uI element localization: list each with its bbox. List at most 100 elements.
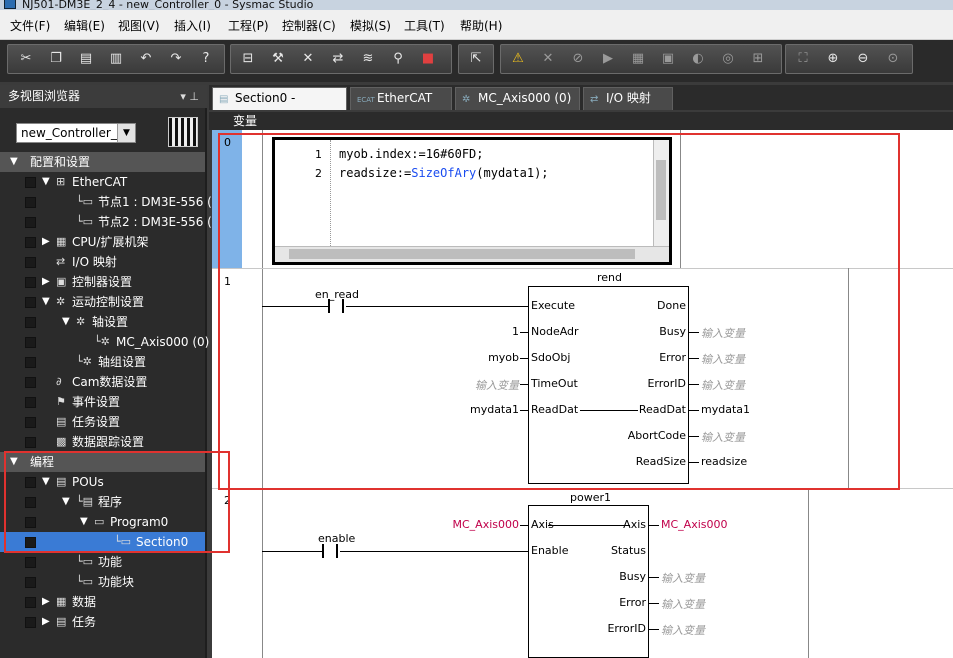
- synchronize-icon[interactable]: ⇄: [329, 50, 347, 68]
- tree-item[interactable]: ▶ ▤ 任务: [0, 612, 205, 632]
- menu-edit[interactable]: 编辑(E): [64, 17, 105, 34]
- menu-help[interactable]: 帮助(H): [460, 17, 502, 34]
- tree-item[interactable]: ▩ 数据跟踪设置: [0, 432, 205, 452]
- stop-icon[interactable]: ■: [419, 50, 437, 68]
- fb-output-variable[interactable]: 输入变量: [661, 622, 705, 638]
- compare-icon[interactable]: ≋: [359, 50, 377, 68]
- chevron-down-icon[interactable]: ▼: [117, 124, 135, 142]
- pin-icon[interactable]: ▾ ⊥: [180, 85, 199, 108]
- tree-item[interactable]: ▼ ✲ 轴设置: [0, 312, 205, 332]
- tree-item-checkbox[interactable]: [25, 337, 36, 348]
- fb-input-variable[interactable]: mydata1: [470, 403, 519, 416]
- fb-output-variable[interactable]: 输入变量: [701, 325, 745, 341]
- tree-item-checkbox[interactable]: [25, 257, 36, 268]
- fb-output-variable[interactable]: readsize: [701, 455, 747, 468]
- tree-item[interactable]: ∂ Cam数据设置: [0, 372, 205, 392]
- contact-en-read[interactable]: [328, 299, 344, 313]
- menu-tools[interactable]: 工具(T): [404, 17, 445, 34]
- menu-view[interactable]: 视图(V): [118, 17, 160, 34]
- tree-item[interactable]: ▤ 任务设置: [0, 412, 205, 432]
- menu-insert[interactable]: 插入(I): [174, 17, 211, 34]
- run-icon[interactable]: ▶: [599, 50, 617, 68]
- tree-item[interactable]: ▼ ⊞ EtherCAT: [0, 172, 205, 192]
- tab-ethercat[interactable]: ECAT EtherCAT: [350, 87, 452, 110]
- chevron-down-icon[interactable]: ▼: [42, 172, 54, 192]
- fit-icon[interactable]: ⛶: [794, 50, 812, 68]
- tree-item[interactable]: ▼ ▤ POUs: [0, 472, 205, 492]
- tree-item-checkbox[interactable]: [25, 237, 36, 248]
- delete-icon[interactable]: ▥: [107, 50, 125, 68]
- tree-item-checkbox[interactable]: [25, 417, 36, 428]
- fb-output-variable[interactable]: 输入变量: [701, 351, 745, 367]
- cut-icon[interactable]: ✂: [17, 50, 35, 68]
- tree-item[interactable]: ▼ ▭ Program0: [0, 512, 205, 532]
- disconnect-icon[interactable]: ✕: [299, 50, 317, 68]
- build-icon[interactable]: ⊟: [239, 50, 257, 68]
- scrollbar-thumb[interactable]: [289, 249, 635, 259]
- fb-output-variable[interactable]: mydata1: [701, 403, 750, 416]
- pause-icon[interactable]: ▦: [629, 50, 647, 68]
- reset-icon[interactable]: ✕: [539, 50, 557, 68]
- tree-item-checkbox[interactable]: [25, 397, 36, 408]
- zoom-in-icon[interactable]: ⊕: [824, 50, 842, 68]
- variables-header[interactable]: 变量: [209, 112, 953, 130]
- chevron-right-icon[interactable]: ▶: [42, 592, 54, 612]
- tree-item-checkbox[interactable]: [25, 577, 36, 588]
- contact-enable[interactable]: [322, 544, 338, 558]
- tree-item-checkbox[interactable]: [25, 317, 36, 328]
- tree-item[interactable]: └▭ 节点1 : DM3E-556 (E: [0, 192, 219, 212]
- chevron-down-icon[interactable]: ▼: [42, 472, 54, 492]
- tree-item[interactable]: ▶ ▦ 数据: [0, 592, 205, 612]
- st-code-line[interactable]: myob.index:=16#60FD;: [339, 147, 484, 161]
- mode-icon[interactable]: ⊘: [569, 50, 587, 68]
- chevron-right-icon[interactable]: ▶: [42, 272, 54, 292]
- online-icon[interactable]: ⚒: [269, 50, 287, 68]
- inline-st-box[interactable]: 1 myob.index:=16#60FD; 2 readsize:=SizeO…: [272, 137, 672, 265]
- tree-item-checkbox[interactable]: [25, 177, 36, 188]
- horizontal-scrollbar[interactable]: [275, 246, 669, 262]
- tree-item-checkbox[interactable]: [25, 217, 36, 228]
- paste-icon[interactable]: ▤: [77, 50, 95, 68]
- tree-item-checkbox[interactable]: [25, 297, 36, 308]
- fb-input-variable[interactable]: 输入变量: [475, 377, 519, 393]
- fb-input-variable[interactable]: MC_Axis000: [453, 518, 520, 531]
- chevron-down-icon[interactable]: ▼: [10, 452, 22, 472]
- chevron-right-icon[interactable]: ▶: [42, 612, 54, 632]
- ladder-editor[interactable]: 0 1 myob.index:=16#60FD; 2 readsize:=Siz…: [212, 130, 953, 658]
- tree-item-checkbox[interactable]: [25, 437, 36, 448]
- st-code-line[interactable]: readsize:=SizeOfAry(mydata1);: [339, 166, 549, 180]
- tree-item-checkbox[interactable]: [25, 277, 36, 288]
- chevron-down-icon[interactable]: ▼: [42, 292, 54, 312]
- tile-icon[interactable]: ⊞: [749, 50, 767, 68]
- tree-item-checkbox[interactable]: [25, 517, 36, 528]
- tree-item[interactable]: └▭ 功能块: [0, 572, 205, 592]
- menu-file[interactable]: 文件(F): [10, 17, 50, 34]
- chevron-right-icon[interactable]: ▶: [42, 232, 54, 252]
- transfer-icon[interactable]: ⇱: [467, 50, 485, 68]
- tree-item[interactable]: ▼ 编程: [0, 452, 205, 472]
- scrollbar-thumb[interactable]: [656, 160, 666, 220]
- tree-item[interactable]: └✲ 轴组设置: [0, 352, 205, 372]
- tree-item-checkbox[interactable]: [25, 617, 36, 628]
- fb-output-variable[interactable]: 输入变量: [661, 596, 705, 612]
- warning-icon[interactable]: ⚠: [509, 50, 527, 68]
- fb-output-variable[interactable]: 输入变量: [701, 429, 745, 445]
- fb-output-variable[interactable]: 输入变量: [701, 377, 745, 393]
- menu-simulation[interactable]: 模拟(S): [350, 17, 391, 34]
- monitor-icon[interactable]: ◐: [689, 50, 707, 68]
- tree-item[interactable]: └▭ 功能: [0, 552, 205, 572]
- tree-item-checkbox[interactable]: [25, 537, 36, 548]
- chevron-down-icon[interactable]: ▼: [62, 492, 74, 512]
- tab-io-map[interactable]: ⇄ I/O 映射: [583, 87, 673, 110]
- tree-item-checkbox[interactable]: [25, 497, 36, 508]
- tree-item[interactable]: ⇄ I/O 映射: [0, 252, 205, 272]
- zoom-reset-icon[interactable]: ⊙: [884, 50, 902, 68]
- zoom-out-icon[interactable]: ⊖: [854, 50, 872, 68]
- tree-item[interactable]: ▼ 配置和设置: [0, 152, 205, 172]
- controller-dropdown[interactable]: new_Controller_0 ▼: [16, 123, 136, 143]
- fb-output-variable[interactable]: 输入变量: [661, 570, 705, 586]
- tree-item[interactable]: ▼ ✲ 运动控制设置: [0, 292, 205, 312]
- tree-item-checkbox[interactable]: [25, 597, 36, 608]
- chevron-down-icon[interactable]: ▼: [80, 512, 92, 532]
- vertical-scrollbar[interactable]: [653, 140, 669, 246]
